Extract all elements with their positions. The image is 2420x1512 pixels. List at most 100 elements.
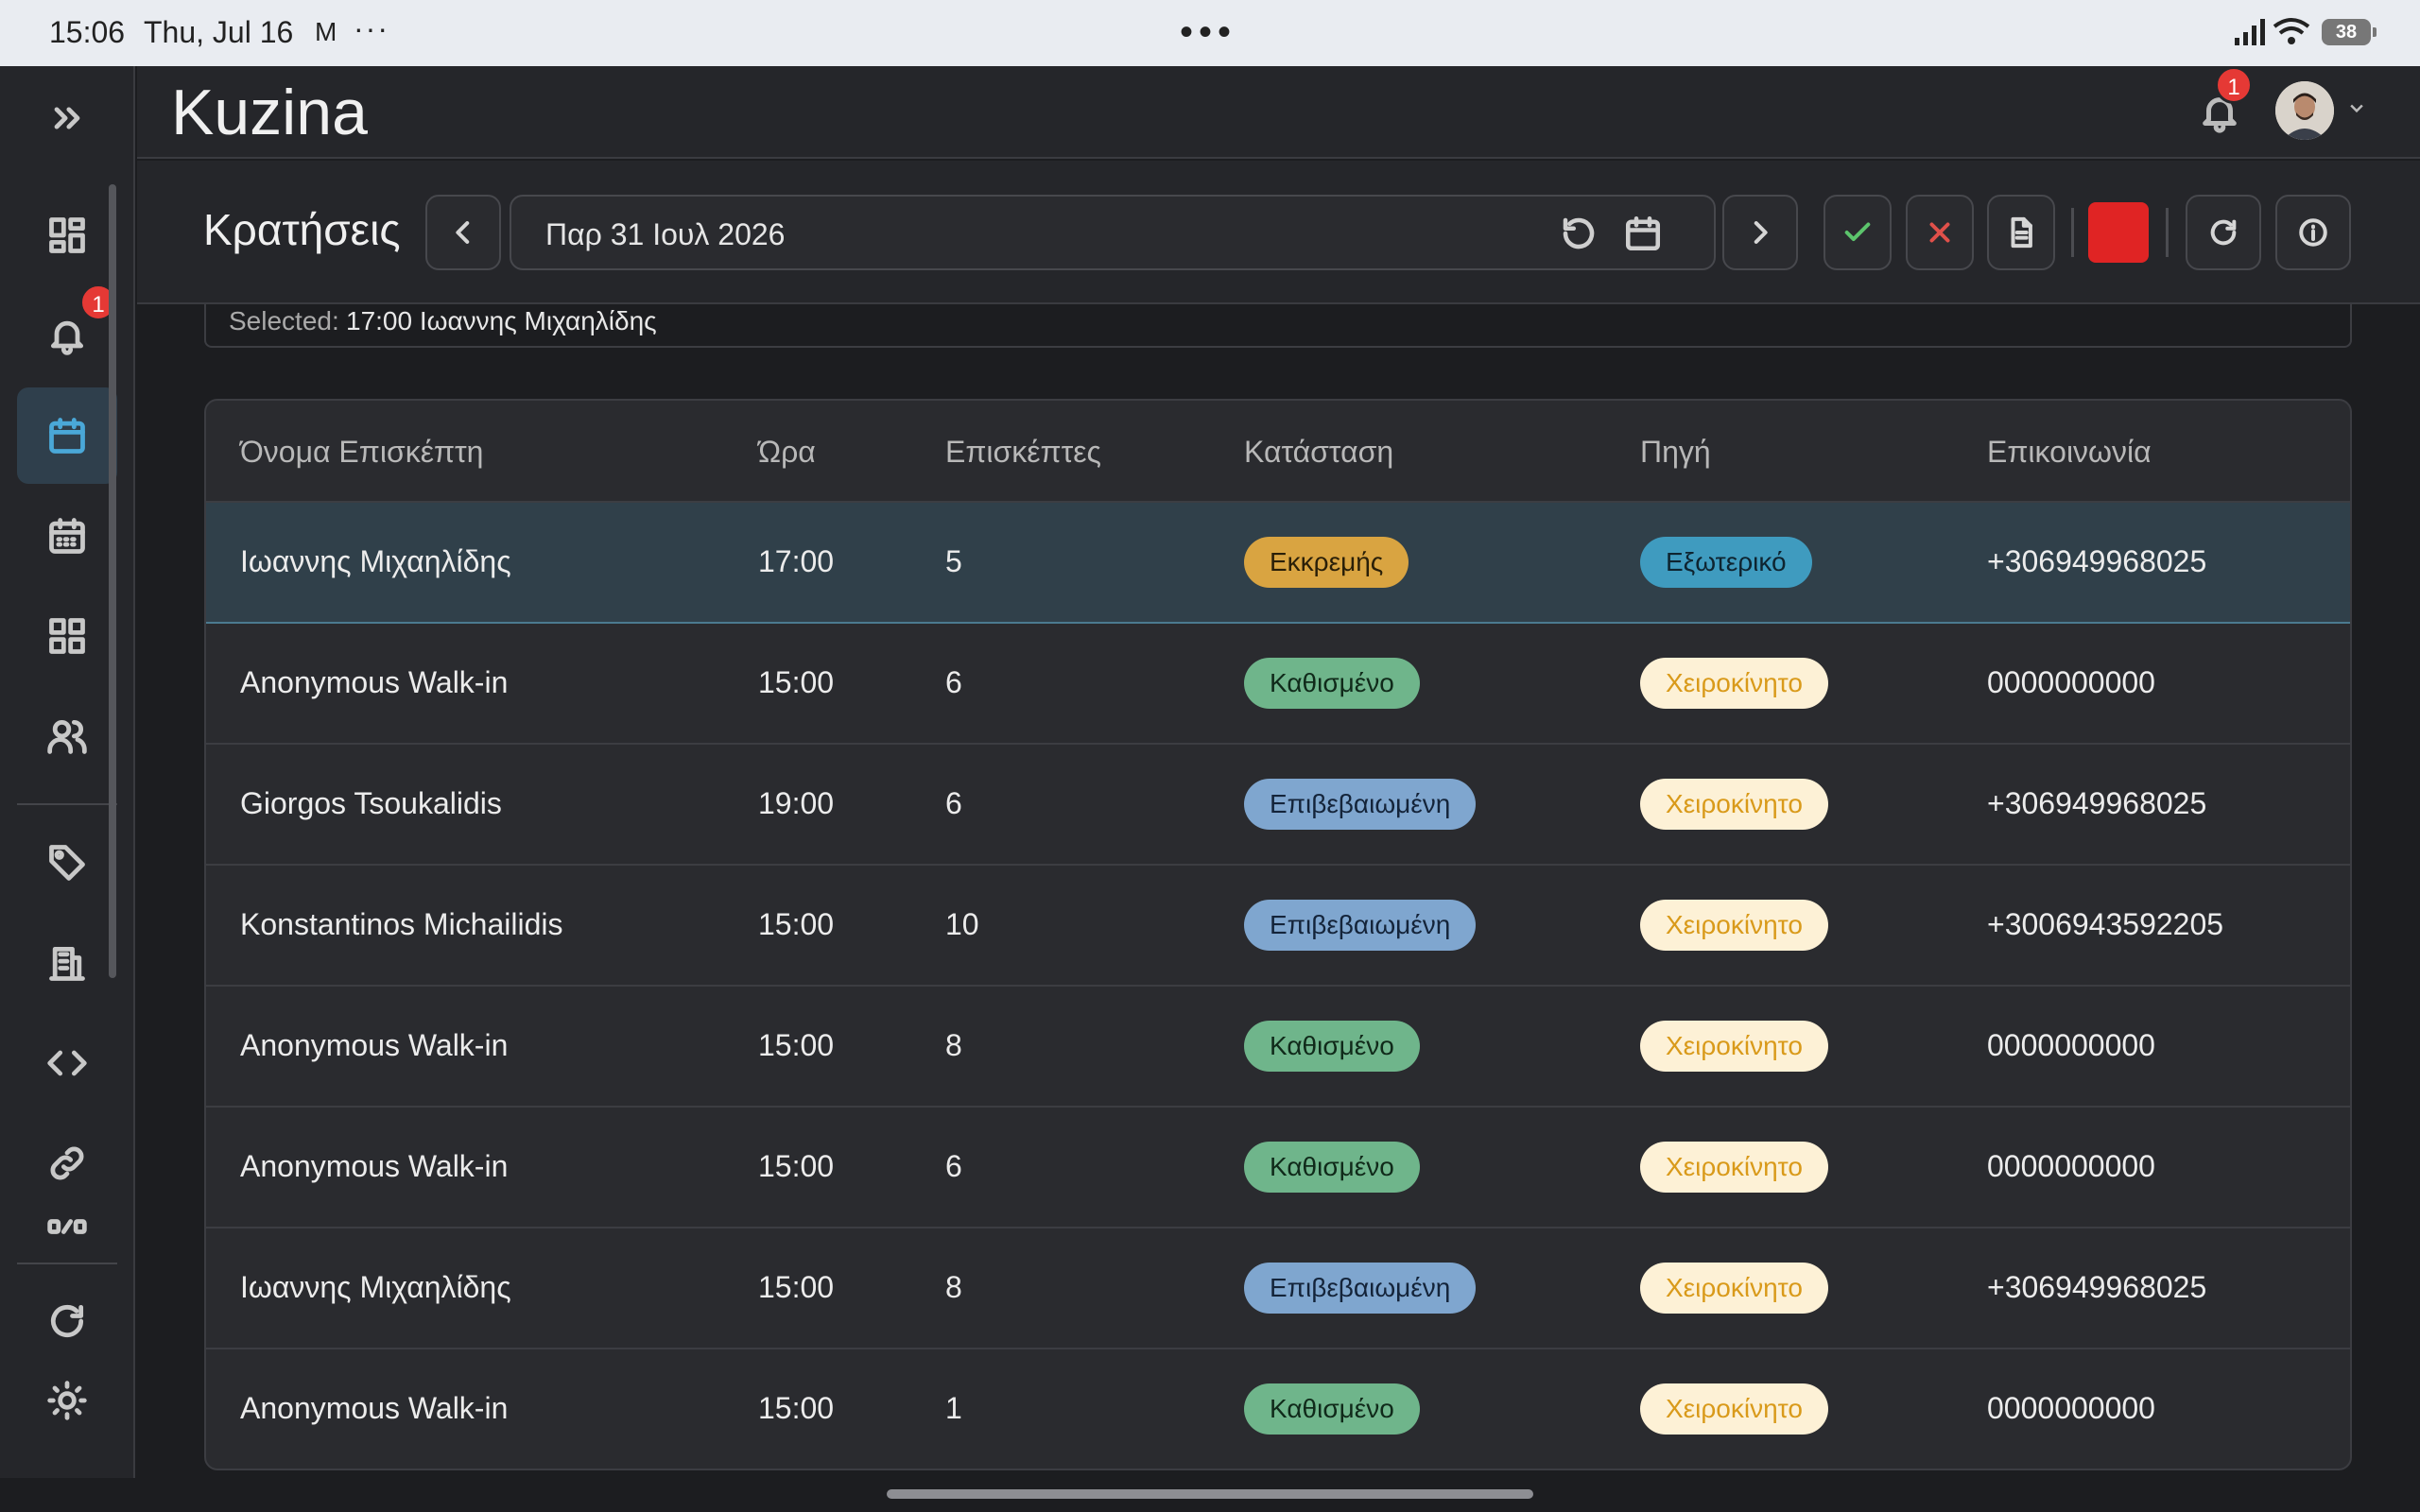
status-date: Thu, Jul 16 (144, 15, 294, 49)
contact-cell: 0000000000 (1987, 1028, 2155, 1062)
users-icon (47, 719, 87, 754)
calendar-grid-icon (49, 518, 85, 554)
sidebar-item-venue[interactable] (17, 915, 117, 1011)
contact-cell: +306949968025 (1987, 1270, 2207, 1304)
sidebar-refresh-button[interactable] (17, 1281, 117, 1361)
reject-button[interactable] (1906, 195, 1974, 270)
selected-label: Selected: (229, 306, 339, 335)
guests-cell: 6 (945, 786, 962, 820)
guests-cell: 8 (945, 1270, 962, 1304)
sidebar-item-tags[interactable] (17, 815, 117, 911)
sidebar-item-calendar[interactable] (17, 488, 117, 584)
table-row[interactable]: Anonymous Walk-in 15:00 6 Καθισμένο Χειροκίν… (206, 624, 2350, 745)
sidebar-scrollbar[interactable] (109, 184, 116, 978)
status-time: 15:06 (49, 15, 126, 49)
table-row[interactable]: Anonymous Walk-in 15:00 8 Καθισμένο Χειροκίν… (206, 987, 2350, 1108)
previous-day-button[interactable] (425, 195, 501, 270)
sidebar-item-notifications[interactable]: 1 (17, 284, 117, 384)
status-color-swatch[interactable] (2088, 202, 2149, 263)
undo-icon (1563, 217, 1595, 249)
sidebar-item-dashboard[interactable] (17, 187, 117, 284)
wifi-icon (2273, 18, 2310, 44)
contact-cell: +306949968025 (1987, 544, 2207, 578)
guests-cell: 5 (945, 544, 962, 578)
open-calendar-button[interactable] (1623, 214, 1663, 258)
close-icon (1929, 222, 1950, 243)
column-header-time[interactable]: Ώρα (758, 435, 816, 470)
time-cell: 15:00 (758, 1391, 835, 1425)
sidebar-item-integrations[interactable] (17, 1200, 117, 1253)
column-header-contact[interactable]: Επικοινωνία (1987, 435, 2152, 470)
reset-date-button[interactable] (1559, 214, 1599, 258)
system-status-bar: 15:06 Thu, Jul 16 M ··· ••• 38 (0, 0, 2420, 66)
guests-cell: 1 (945, 1391, 962, 1425)
chevron-down-icon[interactable] (2347, 98, 2366, 117)
toolbar-separator (2166, 208, 2169, 257)
calendar-icon (1625, 215, 1661, 251)
document-icon (2011, 216, 2032, 249)
source-badge: Χειροκίνητο (1640, 658, 1828, 709)
table-row[interactable]: Anonymous Walk-in 15:00 1 Καθισμένο Χειροκίν… (206, 1349, 2350, 1469)
link-icon (50, 1146, 84, 1180)
date-picker-field[interactable]: Παρ 31 Ιουλ 2026 (510, 195, 1716, 270)
theme-toggle-button[interactable] (17, 1361, 117, 1440)
sidebar-item-reservations[interactable] (17, 387, 117, 484)
guest-name-cell: Anonymous Walk-in (240, 1028, 509, 1062)
source-badge: Χειροκίνητο (1640, 1383, 1828, 1435)
toolbar-separator (2071, 208, 2074, 257)
home-indicator[interactable] (887, 1489, 1533, 1499)
user-avatar-icon (2275, 81, 2334, 140)
more-notifications-icon: ··· (354, 11, 389, 45)
source-badge: Χειροκίνητο (1640, 900, 1828, 951)
double-chevron-right-icon (54, 107, 80, 129)
dashboard-icon (49, 217, 85, 253)
table-row[interactable]: Anonymous Walk-in 15:00 6 Καθισμένο Χειροκίν… (206, 1108, 2350, 1228)
selected-reservation-bar: Selected: 17:00 Ιωαννης Μιχαηλίδης (204, 304, 2352, 348)
sidebar-divider (17, 803, 117, 805)
column-header-source[interactable]: Πηγή (1640, 435, 1711, 470)
tag-icon (49, 845, 85, 881)
status-badge: Επιβεβαιωμένη (1244, 900, 1477, 951)
contact-cell: 0000000000 (1987, 1391, 2155, 1425)
time-cell: 15:00 (758, 1149, 835, 1183)
header-notifications-button[interactable]: 1 (2198, 66, 2253, 139)
table-row[interactable]: Giorgos Tsoukalidis 19:00 6 Επιβεβαιωμένη Χε… (206, 745, 2350, 866)
column-header-guests[interactable]: Επισκέπτες (945, 435, 1101, 470)
document-button[interactable] (1987, 195, 2055, 270)
sidebar-item-customers[interactable] (17, 688, 117, 784)
header-notification-badge: 1 (2215, 66, 2253, 104)
table-row[interactable]: Ιωαννης Μιχαηλίδης 17:00 5 Εκκρεμής Εξωτερικ… (206, 503, 2350, 624)
table-row[interactable]: Ιωαννης Μιχαηλίδης 15:00 8 Επιβεβαιωμένη Χει… (206, 1228, 2350, 1349)
column-header-status[interactable]: Κατάσταση (1244, 435, 1393, 470)
source-badge: Χειροκίνητο (1640, 1142, 1828, 1193)
guests-cell: 6 (945, 665, 962, 699)
source-badge: Χειροκίνητο (1640, 779, 1828, 830)
gmail-icon: M (315, 17, 337, 46)
sidebar-item-links[interactable] (17, 1115, 117, 1211)
guest-name-cell: Giorgos Tsoukalidis (240, 786, 502, 820)
guests-cell: 6 (945, 1149, 962, 1183)
next-day-button[interactable] (1722, 195, 1798, 270)
refresh-icon (50, 1304, 84, 1337)
guest-name-cell: Anonymous Walk-in (240, 1391, 509, 1425)
column-header-guest-name[interactable]: Όνομα Επισκέπτη (240, 435, 483, 470)
app-title: Kuzina (171, 77, 368, 148)
status-badge: Καθισμένο (1244, 1142, 1420, 1193)
table-row[interactable]: Konstantinos Michailidis 15:00 10 Επιβεβαιω… (206, 866, 2350, 987)
chevron-left-icon (456, 221, 470, 244)
sidebar-item-tables[interactable] (17, 588, 117, 684)
multitask-dots-icon[interactable]: ••• (1180, 13, 1236, 51)
contact-cell: 0000000000 (1987, 1149, 2155, 1183)
reservations-table: Όνομα Επισκέπτη Ώρα Επισκέπτες Κατάσταση… (204, 399, 2352, 1470)
info-button[interactable] (2275, 195, 2351, 270)
status-badge: Καθισμένο (1244, 658, 1420, 709)
time-cell: 19:00 (758, 786, 835, 820)
refresh-button[interactable] (2186, 195, 2261, 270)
sidebar-item-developer[interactable] (17, 1015, 117, 1111)
avatar[interactable] (2275, 81, 2334, 140)
time-cell: 17:00 (758, 544, 835, 578)
accept-button[interactable] (1824, 195, 1892, 270)
sidebar-expand-button[interactable] (17, 70, 117, 166)
time-cell: 15:00 (758, 1270, 835, 1304)
guest-name-cell: Konstantinos Michailidis (240, 907, 563, 941)
